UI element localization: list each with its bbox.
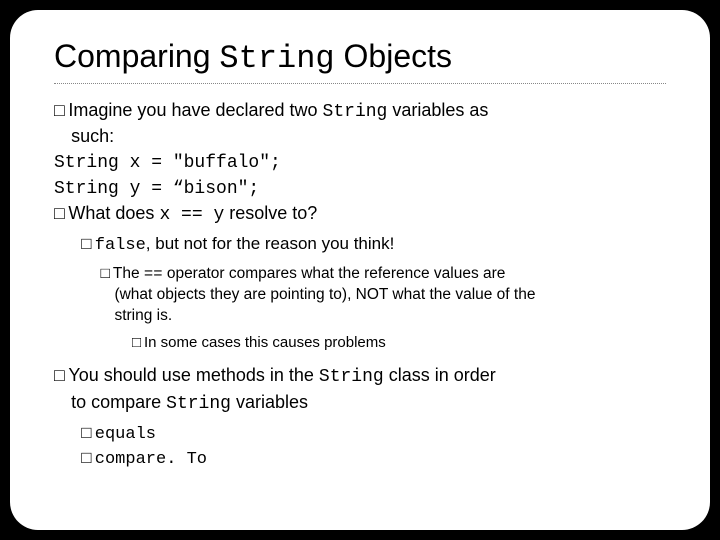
text: variables: [231, 392, 308, 412]
title-pre: Comparing: [54, 38, 219, 74]
bullet-line-4-cont2: string is.: [114, 306, 666, 327]
square-bullet-icon: □: [81, 447, 95, 470]
title-code: String: [219, 40, 334, 77]
title-post: Objects: [335, 38, 452, 74]
text: In some cases this causes problems: [144, 334, 386, 351]
bullet-line-7: □equals: [81, 422, 666, 447]
text: string is.: [114, 307, 172, 324]
text: to compare: [71, 392, 166, 412]
text: , but not for the reason you think!: [146, 234, 395, 253]
bullet-line-4: □The == operator compares what the refer…: [101, 264, 667, 285]
square-bullet-icon: □: [81, 422, 95, 445]
text: variables as: [387, 100, 488, 120]
title-underline: [54, 83, 666, 84]
bullet-line-2: □What does x == y resolve to?: [54, 201, 666, 227]
text: operator compares what the reference val…: [163, 265, 506, 282]
bullet-line-5: □In some cases this causes problems: [132, 333, 666, 353]
bullet-line-6-cont: to compare String variables: [71, 390, 666, 416]
body: □Imagine you have declared two String va…: [54, 98, 666, 472]
text: Imagine you have declared two: [68, 100, 322, 120]
square-bullet-icon: □: [81, 233, 95, 256]
text-code: String y = “bison";: [54, 179, 259, 199]
bullet-line-1: □Imagine you have declared two String va…: [54, 98, 666, 124]
slide-title: Comparing String Objects: [54, 38, 666, 77]
text-code: String: [166, 394, 231, 414]
text: You should use methods in the: [68, 365, 319, 385]
text: resolve to?: [224, 203, 317, 223]
text-code: compare. To: [95, 450, 207, 469]
bullet-line-8: □compare. To: [81, 447, 666, 472]
bullet-line-3: □false, but not for the reason you think…: [81, 233, 666, 258]
slide: Comparing String Objects □Imagine you ha…: [10, 10, 710, 530]
text: (what objects they are pointing to), NOT…: [114, 286, 535, 303]
text: What does: [68, 203, 159, 223]
square-bullet-icon: □: [54, 98, 68, 122]
text-code: equals: [95, 425, 156, 444]
text: class in order: [384, 365, 496, 385]
text-code: ==: [144, 265, 163, 283]
square-bullet-icon: □: [101, 264, 113, 285]
square-bullet-icon: □: [54, 201, 68, 225]
text-code: String: [319, 367, 384, 387]
bullet-line-4-cont: (what objects they are pointing to), NOT…: [114, 285, 666, 306]
bullet-line-6: □You should use methods in the String cl…: [54, 363, 666, 389]
text-code: false: [95, 236, 146, 255]
text: such:: [71, 126, 114, 146]
text-code: String x = "buffalo";: [54, 153, 281, 173]
text: The: [113, 265, 144, 282]
bullet-line-1-cont: such:: [71, 124, 666, 148]
square-bullet-icon: □: [132, 333, 144, 353]
code-line-1: String x = "buffalo";: [54, 149, 666, 175]
code-line-2: String y = “bison";: [54, 175, 666, 201]
text-code: x == y: [159, 205, 224, 225]
text-code: String: [323, 102, 388, 122]
square-bullet-icon: □: [54, 363, 68, 387]
